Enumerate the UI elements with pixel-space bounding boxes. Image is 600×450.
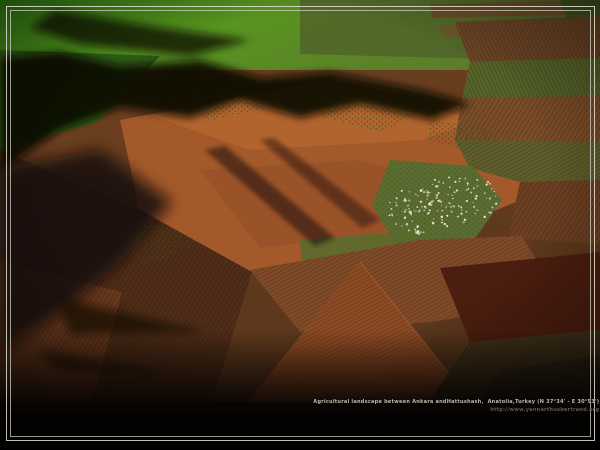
aerial-photo xyxy=(0,0,600,402)
photo-credit-url: http://www.yannarthusbertrand.org xyxy=(313,406,599,414)
wallpaper-photo-page: Agricultural landscape between Ankara an… xyxy=(0,0,600,450)
aerial-photo-art xyxy=(0,0,600,402)
photo-caption: Agricultural landscape between Ankara an… xyxy=(313,398,599,406)
bottom-fade xyxy=(0,330,600,402)
caption-block: Agricultural landscape between Ankara an… xyxy=(313,398,599,414)
